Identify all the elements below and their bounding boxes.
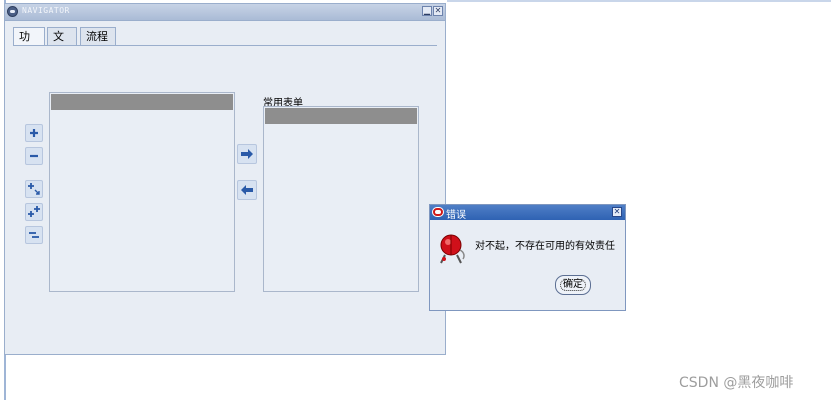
expand-button[interactable] — [25, 124, 43, 142]
tab-functions[interactable]: 功能 — [13, 27, 45, 60]
error-dialog: 错误 ✕ 对不起，不存在可用的有效责任 确定 — [429, 204, 626, 311]
collapse-icon — [30, 154, 38, 158]
arrow-right-icon — [241, 149, 253, 159]
expand-branch-icon — [28, 183, 40, 195]
dialog-titlebar[interactable]: 错误 ✕ — [430, 205, 625, 221]
tab-documents[interactable]: 文档 — [47, 27, 77, 60]
oracle-logo-icon — [7, 6, 18, 17]
selected-favorite-item[interactable] — [265, 108, 417, 124]
navigator-titlebar[interactable]: NAVIGATOR ▁ ✕ — [5, 4, 445, 21]
close-button[interactable]: ✕ — [433, 6, 443, 16]
dialog-close-button[interactable]: ✕ — [612, 207, 622, 217]
functions-panel: 常用表单 — [13, 45, 437, 346]
ok-button[interactable]: 确定 — [555, 275, 591, 295]
expand-branch-button[interactable] — [25, 180, 43, 198]
top-edge — [447, 0, 831, 2]
minimize-button[interactable]: ▁ — [422, 6, 432, 16]
remove-from-favorites-button[interactable] — [237, 180, 257, 200]
functions-list[interactable] — [49, 92, 235, 292]
favorites-list[interactable] — [263, 106, 419, 292]
watermark: CSDN @黑夜咖啡 — [679, 375, 794, 391]
expand-all-button[interactable] — [25, 203, 43, 221]
collapse-all-icon — [29, 232, 39, 238]
navigator-title: NAVIGATOR — [22, 6, 70, 15]
collapse-button[interactable] — [25, 147, 43, 165]
oracle-logo-icon — [432, 207, 444, 217]
expand-icon — [30, 129, 38, 137]
tab-process[interactable]: 流程 — [80, 27, 116, 45]
collapse-all-button[interactable] — [25, 226, 43, 244]
dialog-title: 错误 — [446, 210, 466, 221]
expand-all-icon — [28, 206, 40, 217]
alarm-bell-icon — [440, 234, 465, 264]
navigator-window: NAVIGATOR ▁ ✕ 功能 文档 流程 — [4, 3, 446, 355]
selected-list-item[interactable] — [51, 94, 233, 110]
arrow-left-icon — [241, 185, 253, 195]
error-message: 对不起，不存在可用的有效责任 — [475, 241, 615, 252]
add-to-favorites-button[interactable] — [237, 144, 257, 164]
